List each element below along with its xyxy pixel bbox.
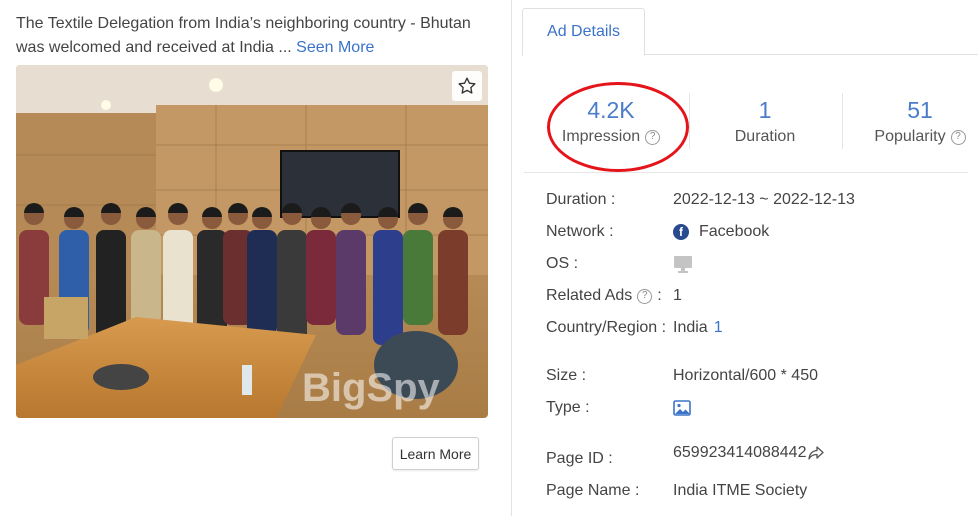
detail-os-label: OS : bbox=[546, 255, 579, 272]
facebook-icon: f bbox=[673, 224, 689, 240]
country-name: India bbox=[673, 319, 708, 336]
popularity-label: Popularity bbox=[874, 128, 946, 145]
watermark-text: BigSpy bbox=[302, 366, 441, 410]
share-arrow-icon[interactable] bbox=[808, 446, 825, 460]
star-icon bbox=[458, 77, 476, 94]
details-tab-bar: Ad Details bbox=[522, 8, 978, 56]
stat-separator bbox=[842, 93, 843, 149]
detail-related-ads-value: 1 bbox=[673, 287, 682, 304]
detail-page-id-label: Page ID : bbox=[546, 450, 613, 467]
panel-divider bbox=[511, 0, 512, 516]
tab-ad-details[interactable]: Ad Details bbox=[522, 8, 645, 56]
stat-separator bbox=[689, 93, 690, 149]
ad-image: BigSpy bbox=[16, 65, 488, 418]
favorite-button[interactable] bbox=[452, 71, 482, 101]
detail-os-value bbox=[673, 252, 693, 276]
page-id-text: 659923414088442 bbox=[673, 444, 807, 461]
image-icon bbox=[673, 400, 691, 416]
network-name: Facebook bbox=[699, 223, 770, 240]
detail-type-label: Type : bbox=[546, 399, 590, 416]
detail-duration-value: 2022-12-13 ~ 2022-12-13 bbox=[673, 191, 855, 208]
popularity-value: 51 bbox=[907, 97, 933, 123]
detail-size-label: Size : bbox=[546, 367, 587, 384]
detail-network-label: Network : bbox=[546, 223, 614, 240]
detail-page-id-value: 659923414088442 bbox=[673, 441, 825, 465]
stat-duration: 1 Duration bbox=[715, 96, 815, 148]
detail-page-name-value: India ITME Society bbox=[673, 482, 808, 499]
detail-page-name-label: Page Name : bbox=[546, 482, 640, 499]
help-icon[interactable]: ? bbox=[950, 129, 966, 145]
detail-related-ads-label: Related Ads ? : bbox=[546, 287, 662, 304]
ad-photo: BigSpy bbox=[16, 65, 488, 418]
stat-popularity: 51 Popularity? bbox=[866, 96, 974, 148]
ad-description: The Textile Delegation from India’s neig… bbox=[16, 12, 496, 60]
help-icon[interactable]: ? bbox=[637, 288, 653, 304]
detail-type-value bbox=[673, 396, 691, 420]
stats-divider bbox=[524, 172, 968, 173]
duration-stat-label: Duration bbox=[734, 128, 796, 145]
learn-more-button[interactable]: Learn More bbox=[392, 437, 479, 470]
detail-network-value: f Facebook bbox=[673, 220, 769, 244]
duration-stat-value: 1 bbox=[758, 97, 772, 123]
detail-duration-label: Duration : bbox=[546, 191, 616, 208]
detail-country-value: India 1 bbox=[673, 316, 723, 340]
ad-description-text: The Textile Delegation from India’s neig… bbox=[16, 15, 471, 56]
see-more-link[interactable]: Seen More bbox=[296, 39, 374, 56]
detail-size-value: Horizontal/600 * 450 bbox=[673, 367, 818, 384]
ad-preview-panel: The Textile Delegation from India’s neig… bbox=[0, 0, 508, 516]
monitor-icon bbox=[674, 256, 692, 273]
country-count-link[interactable]: 1 bbox=[714, 319, 723, 337]
detail-country-label: Country/Region : bbox=[546, 319, 667, 336]
highlight-circle bbox=[547, 82, 689, 172]
